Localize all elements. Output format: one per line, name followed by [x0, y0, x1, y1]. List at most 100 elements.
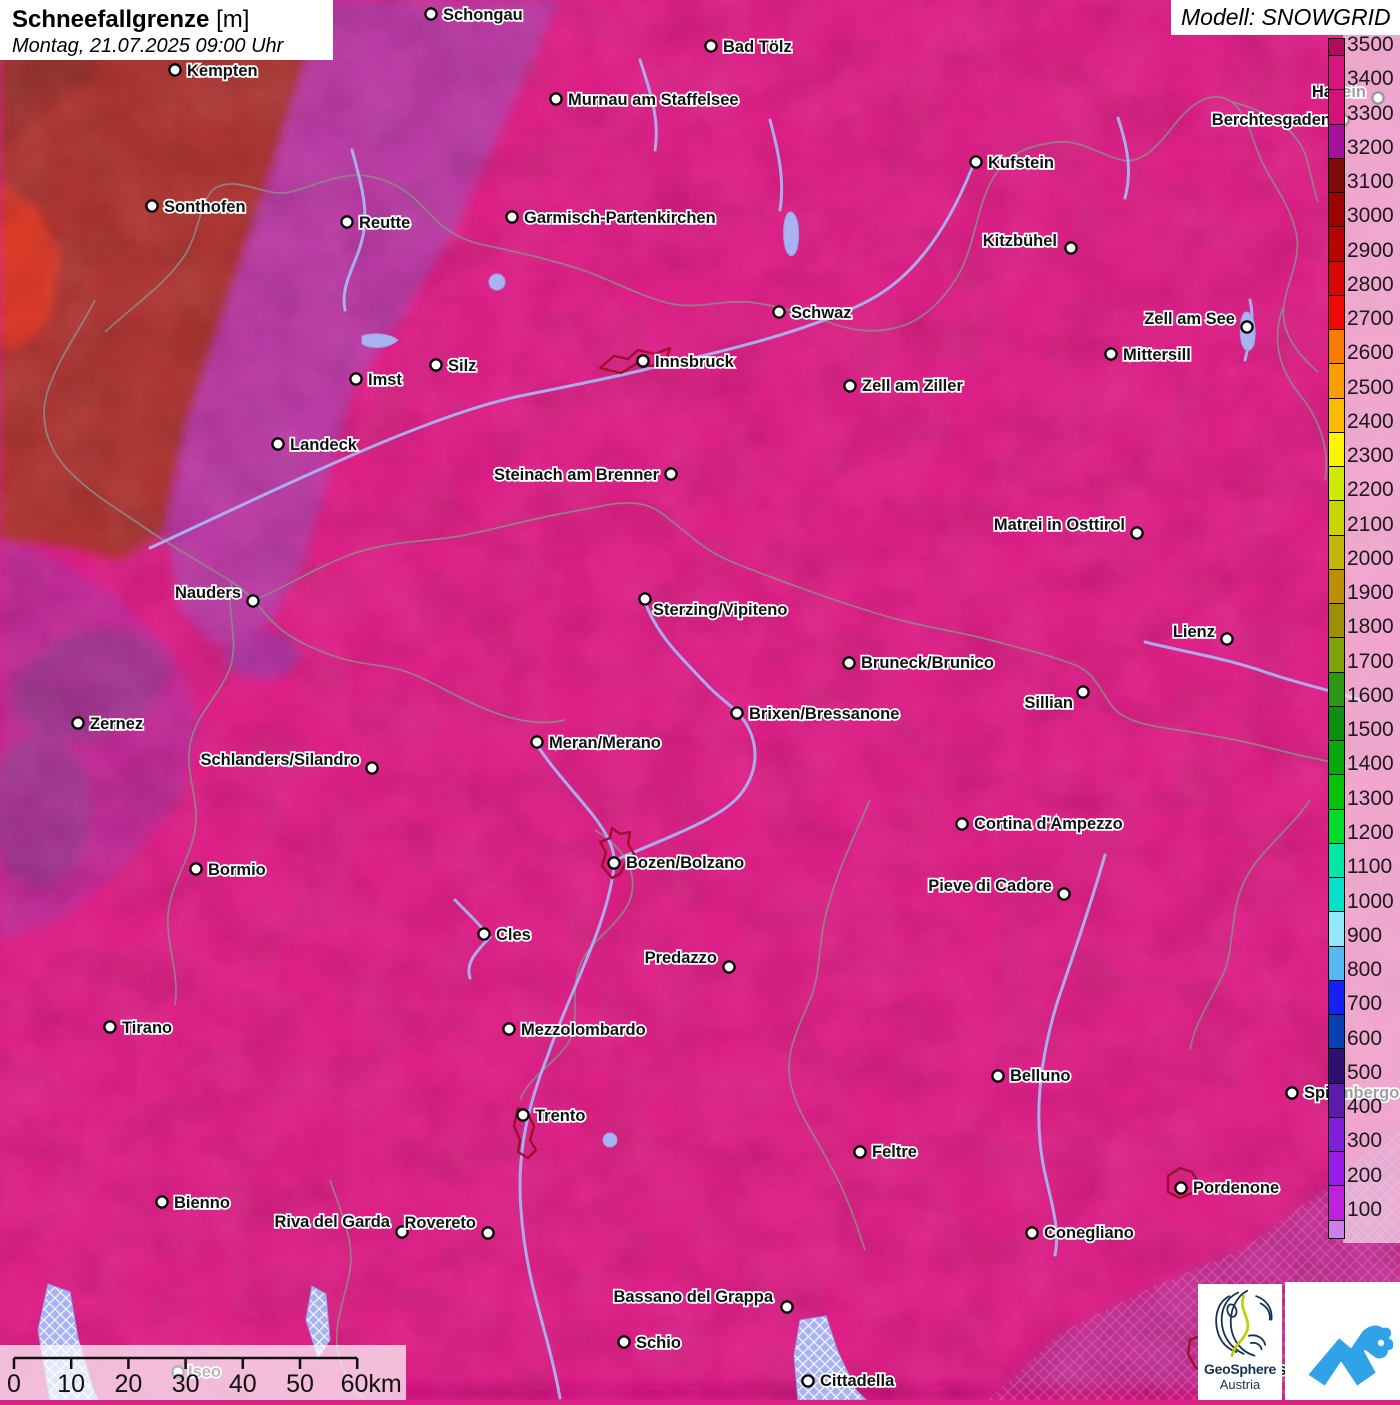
city-marker: [429, 358, 443, 372]
colorbar-tick-label: 2800: [1347, 272, 1394, 296]
colorbar-segment: [1329, 569, 1344, 604]
colorbar-tick-label: 200: [1347, 1163, 1383, 1187]
colorbar-tick-label: 2400: [1347, 409, 1394, 433]
forecast-map: Schongau Bad Tölz Kempten Murnau am Staffel…: [0, 0, 1400, 1400]
city-label: Cles: [496, 926, 531, 944]
colorbar-segment: [1329, 364, 1344, 399]
title-box: Schneefallgrenze [m] Montag, 21.07.2025 …: [0, 0, 333, 60]
city-label: Mezzolombardo: [521, 1021, 646, 1039]
colorbar-segment: [1329, 330, 1344, 365]
city-marker: [71, 716, 85, 730]
colorbar-segment: [1329, 227, 1344, 262]
scale-bar-label: 0: [7, 1370, 21, 1398]
city-label: Sterzing/Vipiteno: [653, 601, 787, 619]
city-label: Kempten: [187, 62, 258, 80]
colorbar-segment: [1329, 124, 1344, 159]
colorbar-tick-label: 1900: [1347, 581, 1394, 605]
colorbar-tick-label: 2000: [1347, 546, 1394, 570]
city-label: Sillian: [1024, 694, 1073, 712]
city-label: Conegliano: [1044, 1224, 1134, 1242]
colorbar-segment: [1329, 775, 1344, 810]
city-marker: [843, 379, 857, 393]
title-text: Schneefallgrenze: [12, 6, 210, 33]
city-marker: [722, 960, 736, 974]
lake-staffelsee: [488, 273, 506, 291]
colorbar-segment: [1329, 295, 1344, 330]
colorbar-segment: [1329, 672, 1344, 707]
city-marker: [246, 594, 260, 608]
colorbar-tick-label: 300: [1347, 1129, 1383, 1153]
city-label: Bad Tölz: [723, 38, 792, 56]
city-label: Steinach am Brenner: [494, 466, 660, 484]
scale-bar-label: 30: [172, 1370, 200, 1398]
page-title: Schneefallgrenze [m]: [12, 6, 321, 34]
colorbar-segment: [1329, 1049, 1344, 1084]
city-label: Schwaz: [791, 304, 852, 322]
colorbar-tick-label: 1200: [1347, 820, 1394, 844]
city-marker: [365, 761, 379, 775]
geosphere-logo-box: GeoSphere Austria: [1198, 1284, 1282, 1400]
city-marker: [340, 215, 354, 229]
city-marker: [1076, 685, 1090, 699]
colorbar-segment: [1329, 56, 1344, 91]
city-marker: [1240, 320, 1254, 334]
colorbar-tick-label: 600: [1347, 1026, 1383, 1050]
city-marker: [502, 1022, 516, 1036]
city-marker: [1285, 1086, 1299, 1100]
colorbar-segment: [1329, 193, 1344, 228]
city-label: Belluno: [1010, 1067, 1071, 1085]
city-marker: [505, 210, 519, 224]
colorbar-tick-label: 800: [1347, 958, 1383, 982]
colorbar-tick-label: 1400: [1347, 752, 1394, 776]
colorbar-tick-label: 400: [1347, 1095, 1383, 1119]
colorbar-segment: [1329, 39, 1344, 56]
city-marker: [1104, 347, 1118, 361]
lake-achensee: [783, 211, 800, 257]
city-marker: [955, 817, 969, 831]
city-marker: [271, 437, 285, 451]
city-marker: [349, 372, 363, 386]
colorbar-tick-label: 2200: [1347, 478, 1394, 502]
colorbar-segment: [1329, 912, 1344, 947]
city-marker: [636, 354, 650, 368]
city-label: Cortina d'Ampezzo: [974, 815, 1123, 833]
city-label: Sonthofen: [164, 198, 246, 216]
city-label: Berchtesgaden: [1212, 111, 1331, 129]
city-label: Zernez: [90, 715, 143, 733]
colorbar-segment: [1329, 1083, 1344, 1118]
colorbar-tick-label: 1600: [1347, 683, 1394, 707]
colorbar-segment: [1329, 638, 1344, 673]
city-label: Kufstein: [988, 154, 1054, 172]
city-label: Pieve di Cadore: [928, 877, 1052, 895]
city-marker: [530, 735, 544, 749]
city-marker: [607, 856, 621, 870]
city-marker: [730, 706, 744, 720]
city-marker: [145, 199, 159, 213]
colorbar-tick-label: 2100: [1347, 512, 1394, 536]
city-label: Zell am Ziller: [862, 377, 963, 395]
city-marker: [853, 1145, 867, 1159]
city-marker: [424, 7, 438, 21]
colorbar-tick-label: 900: [1347, 923, 1383, 947]
city-marker: [155, 1195, 169, 1209]
colorbar-segment: [1329, 1186, 1344, 1221]
colorbar-segment: [1329, 535, 1344, 570]
model-label: Modell: SNOWGRID: [1181, 4, 1391, 30]
colorbar-tick-label: 1000: [1347, 889, 1394, 913]
city-marker: [1130, 526, 1144, 540]
scale-bar-label: 10: [57, 1370, 85, 1398]
city-marker: [780, 1300, 794, 1314]
colorbar-tick-label: 2500: [1347, 375, 1394, 399]
geosphere-logo-name: GeoSphere: [1204, 1361, 1276, 1377]
city-marker: [842, 656, 856, 670]
colorbar-segment: [1329, 809, 1344, 844]
city-marker: [664, 467, 678, 481]
city-label: Bruneck/Brunico: [861, 654, 994, 672]
city-marker: [481, 1226, 495, 1240]
city-label: Matrei in Osttirol: [994, 516, 1125, 534]
city-label: Bozen/Bolzano: [626, 854, 744, 872]
city-label: Meran/Merano: [549, 734, 661, 752]
colorbar-segment: [1329, 1152, 1344, 1187]
city-label: Pordenone: [1193, 1179, 1279, 1197]
partner-logo-box: [1285, 1282, 1400, 1400]
